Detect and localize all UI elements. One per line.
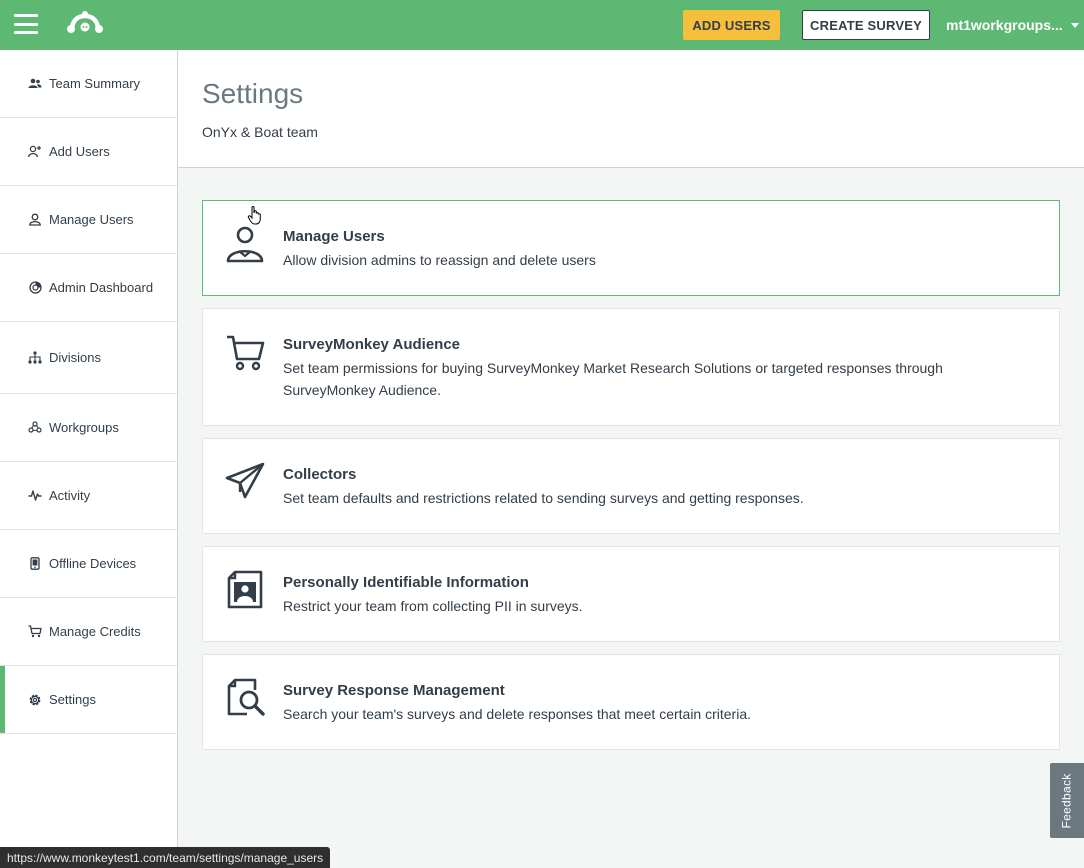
- page-title: Settings: [202, 78, 304, 109]
- sidebar-item-settings[interactable]: Settings: [0, 666, 177, 734]
- divisions-icon: [27, 350, 43, 366]
- settings-card-pii[interactable]: Personally Identifiable Information Rest…: [202, 546, 1060, 642]
- sidebar-item-workgroups[interactable]: Workgroups: [0, 394, 177, 462]
- settings-card-survey-response-management[interactable]: Survey Response Management Search your t…: [202, 654, 1060, 750]
- id-card-icon: [227, 570, 263, 609]
- paper-plane-icon: [225, 462, 265, 499]
- team-name: OnYx & Boat team: [202, 124, 318, 140]
- device-icon: [27, 556, 43, 572]
- card-description: Restrict your team from collecting PII i…: [283, 598, 583, 614]
- activity-icon: [27, 488, 43, 504]
- sidebar-item-manage-users[interactable]: Manage Users: [0, 186, 177, 254]
- status-bar-url: https://www.monkeytest1.com/team/setting…: [0, 847, 331, 868]
- feedback-tab[interactable]: Feedback: [1050, 763, 1084, 838]
- sidebar-item-offline-devices[interactable]: Offline Devices: [0, 530, 177, 598]
- settings-card-surveymonkey-audience[interactable]: SurveyMonkey Audience Set team permissio…: [202, 308, 1060, 426]
- card-title: Manage Users: [283, 228, 385, 245]
- user-icon: [27, 212, 43, 228]
- sidebar-item-divisions[interactable]: Divisions: [0, 322, 177, 394]
- user-icon: [226, 226, 264, 263]
- sidebar-item-label: Add Users: [49, 144, 110, 159]
- card-description: Set team permissions for buying SurveyMo…: [283, 360, 943, 398]
- sidebar-item-label: Manage Users: [49, 212, 134, 227]
- sidebar-item-team-summary[interactable]: Team Summary: [0, 50, 177, 118]
- add-users-button[interactable]: ADD USERS: [683, 10, 780, 40]
- sidebar-item-activity[interactable]: Activity: [0, 462, 177, 530]
- card-description: Allow division admins to reassign and de…: [283, 252, 596, 268]
- sidebar-item-label: Admin Dashboard: [49, 280, 154, 295]
- card-title: SurveyMonkey Audience: [283, 336, 461, 353]
- sidebar-item-label: Team Summary: [49, 76, 141, 91]
- sidebar-item-admin-dashboard[interactable]: Admin Dashboard: [0, 254, 177, 322]
- settings-card-collectors[interactable]: Collectors Set team defaults and restric…: [202, 438, 1060, 534]
- sidebar-item-add-users[interactable]: Add Users: [0, 118, 177, 186]
- team-icon: [27, 76, 43, 92]
- hand-cursor-icon: [247, 206, 261, 225]
- card-description: Search your team's surveys and delete re…: [283, 706, 752, 722]
- page-header: Settings OnYx & Boat team: [178, 50, 1084, 168]
- sidebar-item-label: Workgroups: [49, 420, 119, 435]
- sidebar-item-label: Activity: [49, 488, 91, 503]
- settings-card-manage-users[interactable]: Manage Users Allow division admins to re…: [202, 200, 1060, 296]
- card-title: Personally Identifiable Information: [283, 574, 529, 591]
- chevron-down-icon: [1070, 22, 1079, 28]
- dashboard-icon: [27, 280, 43, 296]
- top-bar: ADD USERS CREATE SURVEY mt1workgroups...: [0, 0, 1084, 50]
- sidebar-item-label: Settings: [49, 692, 96, 707]
- sidebar-item-label: Manage Credits: [49, 624, 141, 639]
- hamburger-menu-icon[interactable]: [14, 14, 38, 34]
- cart-icon: [27, 624, 43, 640]
- card-description: Set team defaults and restrictions relat…: [283, 490, 804, 506]
- gear-icon: [27, 692, 43, 708]
- card-title: Survey Response Management: [283, 682, 505, 699]
- surveymonkey-logo-icon[interactable]: [66, 10, 104, 36]
- sidebar-item-label: Offline Devices: [49, 556, 137, 571]
- create-survey-button[interactable]: CREATE SURVEY: [802, 10, 930, 40]
- sidebar-item-label: Divisions: [49, 350, 102, 365]
- cart-icon: [227, 335, 265, 371]
- sidebar: Team Summary Add Users Manage Users Admi…: [0, 50, 178, 868]
- account-name: mt1workgroups...: [946, 17, 1063, 33]
- sidebar-item-manage-credits[interactable]: Manage Credits: [0, 598, 177, 666]
- feedback-label: Feedback: [1060, 772, 1075, 829]
- search-document-icon: [227, 678, 265, 716]
- account-menu[interactable]: mt1workgroups...: [946, 16, 1079, 34]
- workgroups-icon: [27, 420, 43, 436]
- add-user-icon: [27, 144, 43, 160]
- card-title: Collectors: [283, 466, 357, 483]
